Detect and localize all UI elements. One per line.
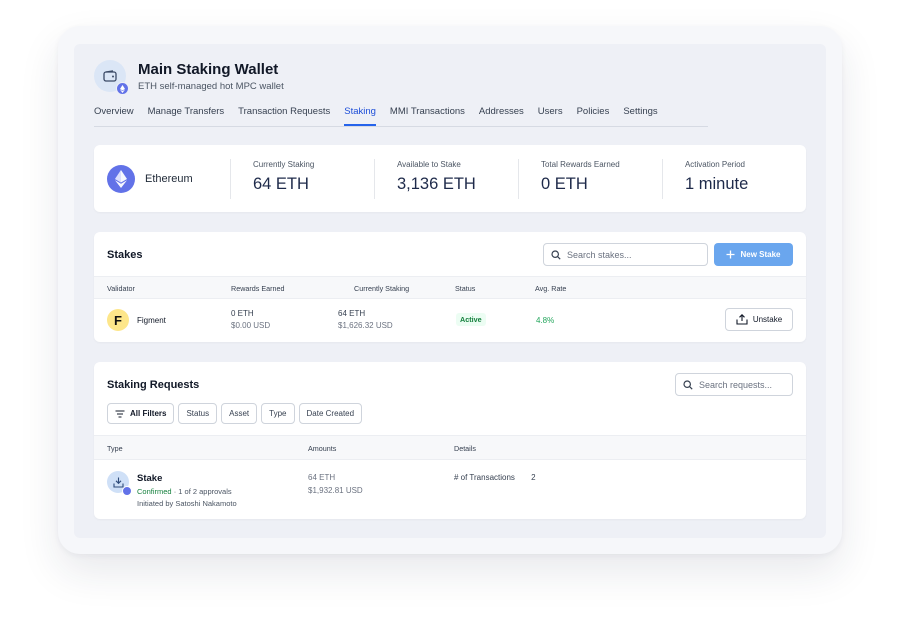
tab-settings[interactable]: Settings — [623, 102, 657, 126]
stat-label: Activation Period — [684, 159, 745, 169]
stakes-title: Stakes — [107, 249, 143, 261]
tab-policies[interactable]: Policies — [577, 102, 610, 126]
table-row: F Figment 0 ETH $0.00 USD 64 ETH $1,626.… — [94, 299, 806, 342]
stakes-table-header: Validator Rewards Earned Currently Staki… — [94, 276, 806, 299]
request-approvals: · 1 of 2 approvals — [171, 487, 232, 496]
stat-label: Currently Staking — [252, 159, 315, 169]
tab-addresses[interactable]: Addresses — [479, 102, 524, 126]
new-stake-button[interactable]: New Stake — [714, 243, 793, 266]
request-type-cell: Stake Confirmed · 1 of 2 approvals Initi… — [137, 473, 237, 508]
filter-bar: All Filters Status Asset Type Date Creat… — [107, 403, 363, 424]
search-placeholder: Search requests... — [699, 379, 773, 390]
request-amount: 64 ETH — [308, 473, 336, 482]
stat-activation-period: Activation Period 1 minute — [661, 158, 806, 199]
search-stakes-input[interactable]: Search stakes... — [543, 243, 708, 266]
wallet-icon — [94, 60, 129, 95]
rewards-cell: 0 ETH $0.00 USD — [231, 309, 270, 330]
plus-icon — [726, 250, 735, 259]
request-amount-cell: 64 ETH $1,932.81 USD — [308, 473, 363, 495]
staking-usd: $1,626.32 USD — [338, 321, 393, 330]
stat-value: 1 minute — [684, 174, 749, 193]
rewards-usd: $0.00 USD — [231, 321, 271, 330]
col-status: Status — [455, 284, 476, 293]
tab-staking[interactable]: Staking — [344, 102, 376, 126]
col-avg-rate: Avg. Rate — [535, 284, 567, 293]
asset-info: Ethereum — [94, 164, 230, 193]
stakes-card: Stakes Search stakes... New Stake Valida… — [94, 232, 806, 342]
search-requests-input[interactable]: Search requests... — [675, 373, 793, 396]
stake-icon — [107, 471, 132, 496]
staking-eth: 64 ETH — [338, 309, 366, 318]
wallet-header: Main Staking Wallet ETH self-managed hot… — [94, 58, 284, 95]
tab-transaction-requests[interactable]: Transaction Requests — [238, 102, 330, 126]
stake-type-icon — [107, 471, 132, 496]
requests-title: Staking Requests — [107, 379, 200, 391]
staking-summary-card: Ethereum Currently Staking 64 ETH Availa… — [94, 145, 806, 212]
validator-cell: F Figment — [107, 309, 166, 331]
wallet-subtitle: ETH self-managed hot MPC wallet — [138, 80, 284, 92]
type-filter-button[interactable]: Type — [261, 403, 295, 424]
request-details-cell: # of Transactions 2 — [454, 473, 536, 482]
asset-name: Ethereum — [145, 172, 193, 185]
requests-table-header: Type Amounts Details — [94, 435, 806, 460]
col-currently-staking: Currently Staking — [354, 284, 410, 293]
ethereum-badge-icon — [122, 486, 132, 496]
col-type: Type — [107, 444, 123, 453]
request-amount-usd: $1,932.81 USD — [308, 486, 363, 495]
stat-value: 0 ETH — [540, 174, 588, 193]
ethereum-badge-icon — [116, 82, 129, 95]
tab-mmi-transactions[interactable]: MMI Transactions — [390, 102, 465, 126]
request-status: Confirmed — [137, 487, 172, 496]
stat-label: Available to Stake — [396, 159, 461, 169]
stat-label: Total Rewards Earned — [540, 159, 620, 169]
table-row[interactable]: Stake Confirmed · 1 of 2 approvals Initi… — [94, 461, 806, 517]
detail-label: # of Transactions — [454, 473, 515, 482]
stat-total-rewards: Total Rewards Earned 0 ETH — [517, 158, 662, 199]
search-icon — [551, 249, 561, 260]
tab-overview[interactable]: Overview — [94, 102, 134, 126]
detail-value: 2 — [531, 473, 536, 482]
request-status-line: Confirmed · 1 of 2 approvals — [137, 487, 237, 496]
asset-filter-button[interactable]: Asset — [221, 403, 258, 424]
stat-value: 3,136 ETH — [396, 174, 476, 193]
stat-available-to-stake: Available to Stake 3,136 ETH — [373, 158, 518, 199]
avg-rate: 4.8% — [536, 316, 555, 325]
search-placeholder: Search stakes... — [567, 249, 632, 260]
staking-requests-card: Staking Requests Search requests... All … — [94, 362, 806, 519]
unstake-button[interactable]: Unstake — [725, 308, 793, 331]
request-type: Stake — [137, 473, 163, 484]
col-validator: Validator — [107, 284, 135, 293]
status-filter-button[interactable]: Status — [178, 403, 218, 424]
staking-cell: 64 ETH $1,626.32 USD — [338, 309, 393, 330]
col-rewards-earned: Rewards Earned — [231, 284, 285, 293]
unstake-label: Unstake — [752, 315, 783, 324]
wallet-title: Main Staking Wallet — [138, 60, 279, 78]
search-icon — [683, 379, 693, 390]
ethereum-icon — [107, 164, 135, 193]
tab-users[interactable]: Users — [538, 102, 563, 126]
tab-bar: Overview Manage Transfers Transaction Re… — [94, 102, 708, 127]
filter-icon — [115, 409, 125, 418]
figment-logo: F — [107, 309, 129, 331]
all-filters-button[interactable]: All Filters — [107, 403, 175, 424]
stat-currently-staking: Currently Staking 64 ETH — [229, 158, 374, 199]
stat-value: 64 ETH — [252, 174, 309, 193]
status-badge: Active — [456, 313, 486, 326]
validator-name: Figment — [137, 315, 166, 325]
col-amounts: Amounts — [308, 444, 337, 453]
col-details: Details — [454, 444, 476, 453]
date-created-filter-button[interactable]: Date Created — [298, 403, 363, 424]
all-filters-label: All Filters — [130, 409, 167, 418]
rewards-eth: 0 ETH — [231, 309, 254, 318]
request-initiator: Initiated by Satoshi Nakamoto — [137, 499, 237, 508]
unstake-icon — [736, 314, 748, 325]
new-stake-label: New Stake — [740, 250, 781, 259]
tab-manage-transfers[interactable]: Manage Transfers — [148, 102, 225, 126]
status-cell: Active — [456, 313, 486, 326]
